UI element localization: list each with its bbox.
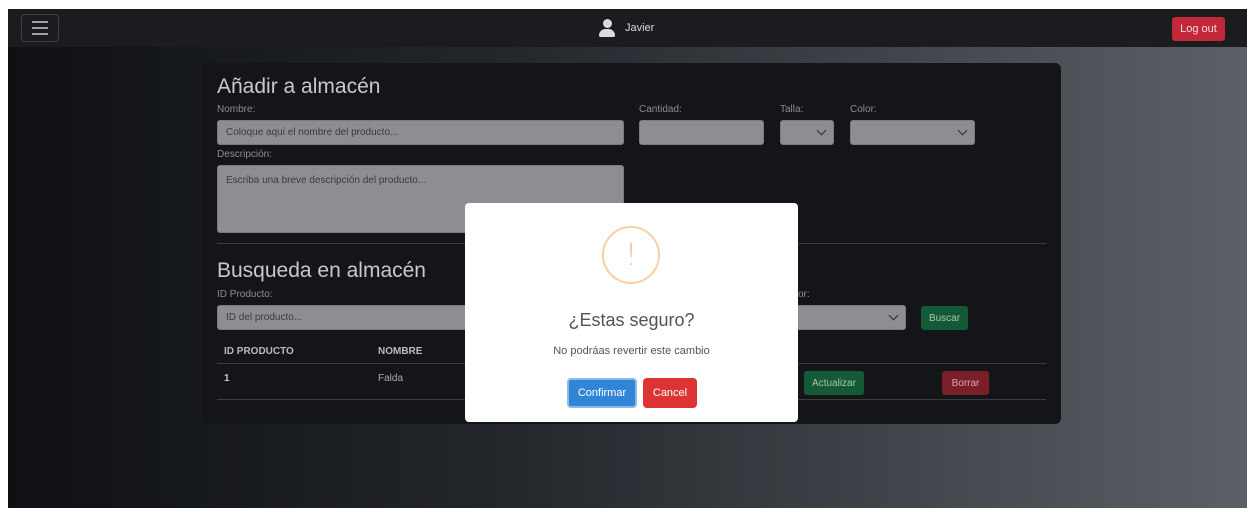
- cancel-button[interactable]: Cancel: [643, 378, 697, 408]
- quantity-label: Cantidad:: [639, 104, 682, 115]
- description-label: Descripción:: [217, 149, 273, 160]
- hamburger-menu-button[interactable]: [21, 14, 59, 42]
- color-label: Color:: [850, 104, 877, 115]
- row-id: 1: [224, 373, 230, 384]
- user-icon: [599, 18, 615, 38]
- quantity-input[interactable]: [639, 120, 764, 145]
- filter-select[interactable]: [782, 305, 906, 330]
- delete-button[interactable]: Borrar: [942, 371, 989, 395]
- menu-icon: [32, 21, 48, 23]
- dialog-message: No podráas revertir este cambio: [553, 345, 710, 357]
- product-id-label: ID Producto:: [217, 289, 273, 300]
- update-button[interactable]: Actualizar: [804, 371, 864, 395]
- user-info: Javier: [599, 18, 654, 38]
- name-input[interactable]: Coloque aqui el nombre del producto...: [217, 120, 624, 145]
- header-name: NOMBRE: [378, 346, 423, 357]
- search-form-title: Busqueda en almacén: [217, 259, 426, 282]
- size-label: Talla:: [780, 104, 804, 115]
- header-id: ID PRODUCTO: [224, 346, 294, 357]
- filter-label: or:: [798, 289, 810, 300]
- chevron-down-icon: [957, 125, 968, 136]
- top-navbar: Javier Log out: [8, 9, 1247, 47]
- search-button[interactable]: Buscar: [921, 306, 968, 330]
- logout-button[interactable]: Log out: [1172, 17, 1225, 41]
- color-select[interactable]: [850, 120, 975, 145]
- confirm-button[interactable]: Confirmar: [567, 378, 637, 408]
- row-name: Falda: [378, 373, 404, 384]
- chevron-down-icon: [816, 125, 827, 136]
- name-label: Nombre:: [217, 104, 256, 115]
- user-name: Javier: [625, 22, 655, 34]
- size-select[interactable]: [780, 120, 834, 145]
- confirm-dialog: ! ¿Estas seguro? No podráas revertir est…: [465, 203, 798, 422]
- chevron-down-icon: [888, 310, 899, 321]
- add-form-title: Añadir a almacén: [217, 75, 381, 98]
- warning-icon: !: [602, 226, 660, 284]
- dialog-title: ¿Estas seguro?: [568, 310, 695, 330]
